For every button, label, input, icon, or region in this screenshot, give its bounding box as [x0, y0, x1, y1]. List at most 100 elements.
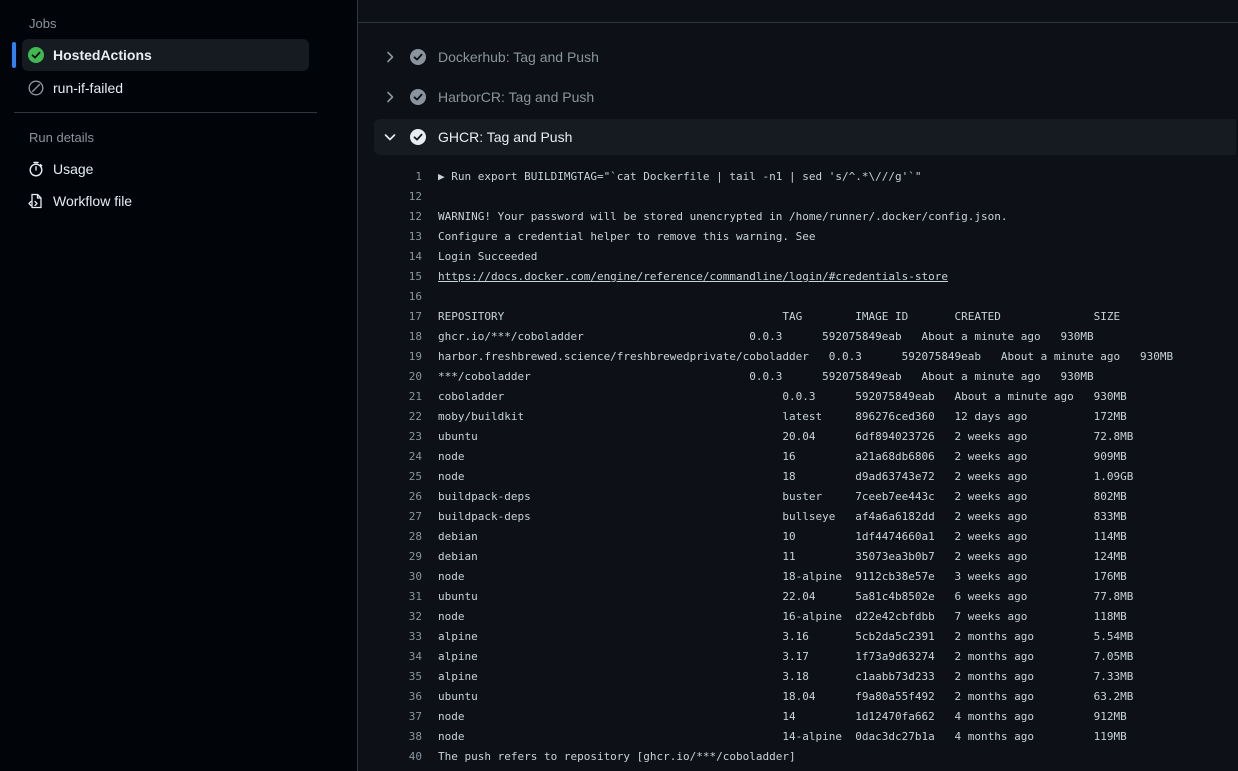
skip-icon [28, 80, 44, 96]
sidebar-item-workflow-file[interactable]: Workflow file [22, 185, 309, 217]
job-label: HostedActions [53, 47, 152, 63]
chevron-right-icon [382, 89, 398, 105]
sidebar-item-label: Usage [53, 161, 94, 177]
log-line-text: node 16 a21a68db6806 2 weeks ago 909MB [438, 450, 1127, 463]
log-line-number[interactable]: 24 [358, 447, 422, 467]
log-line-number[interactable]: 32 [358, 607, 422, 627]
header-divider [358, 22, 1238, 23]
log-line-text: buildpack-deps bullseye af4a6a6182dd 2 w… [438, 510, 1127, 523]
log-line-text: Configure a credential helper to remove … [438, 230, 816, 243]
log-line: 37 node 14 1d12470fa662 4 months ago 912M… [358, 707, 1238, 727]
log-line: 30 node 18-alpine 9112cb38e57e 3 weeks ag… [358, 567, 1238, 587]
log-line: 12 WARNING! Your password will be stored … [358, 207, 1238, 227]
log-line-number[interactable]: 21 [358, 387, 422, 407]
step-ghcr-tag-and-push[interactable]: GHCR: Tag and Push [374, 119, 1236, 155]
log-line-number[interactable]: 25 [358, 467, 422, 487]
log-line-text: alpine 3.17 1f73a9d63274 2 months ago 7.… [438, 650, 1134, 663]
file-code-icon [28, 193, 44, 209]
step-label: GHCR: Tag and Push [438, 129, 573, 145]
step-harborcr-tag-and-push[interactable]: HarborCR: Tag and Push [374, 79, 1236, 115]
sidebar-item-usage[interactable]: Usage [22, 153, 309, 185]
log-line: 13 Configure a credential helper to remov… [358, 227, 1238, 247]
log-line-number[interactable]: 23 [358, 427, 422, 447]
step-label: HarborCR: Tag and Push [438, 89, 595, 105]
log-line-text: The push refers to repository [ghcr.io/*… [438, 750, 796, 763]
log-line-text: ubuntu 18.04 f9a80a55f492 2 months ago 6… [438, 690, 1134, 703]
log-line: 38 node 14-alpine 0dac3dc27b1a 4 months a… [358, 727, 1238, 747]
log-line-number[interactable]: 12 [358, 187, 422, 207]
log-line: 35 alpine 3.18 c1aabb73d233 2 months ago … [358, 667, 1238, 687]
log-line-text: ubuntu 20.04 6df894023726 2 weeks ago 72… [438, 430, 1134, 443]
log-line-number[interactable]: 17 [358, 307, 422, 327]
log-line-text: debian 10 1df4474660a1 2 weeks ago 114MB [438, 530, 1127, 543]
log-line: 32 node 16-alpine d22e42cbfdbb 7 weeks ag… [358, 607, 1238, 627]
log-line-number[interactable]: 18 [358, 327, 422, 347]
log-line-number[interactable]: 28 [358, 527, 422, 547]
chevron-right-icon [382, 49, 398, 65]
log-line-number[interactable]: 36 [358, 687, 422, 707]
log-line: 33 alpine 3.16 5cb2da5c2391 2 months ago … [358, 627, 1238, 647]
log-line-number[interactable]: 37 [358, 707, 422, 727]
log-line-number[interactable]: 16 [358, 287, 422, 307]
check-circle-fill-icon [410, 89, 426, 105]
log-line: 16 [358, 287, 1238, 307]
log-line: 21 coboladder 0.0.3 592075849eab About a … [358, 387, 1238, 407]
chevron-down-icon [382, 129, 398, 145]
log-line-number[interactable]: 22 [358, 407, 422, 427]
check-circle-fill-icon [410, 49, 426, 65]
log-group-run-command[interactable]: ▶ Run export BUILDIMGTAG="`cat Dockerfil… [438, 167, 921, 187]
log-line-number[interactable]: 29 [358, 547, 422, 567]
step-dockerhub-tag-and-push[interactable]: Dockerhub: Tag and Push [374, 39, 1236, 75]
log-line-text: node 18 d9ad63743e72 2 weeks ago 1.09GB [438, 470, 1134, 483]
job-log-panel: Dockerhub: Tag and Push HarborCR: Tag an… [358, 0, 1238, 771]
log-line: 12 [358, 187, 1238, 207]
log-line: 26 buildpack-deps buster 7ceeb7ee443c 2 w… [358, 487, 1238, 507]
job-label: run-if-failed [53, 80, 124, 96]
log-line-text: node 14-alpine 0dac3dc27b1a 4 months ago… [438, 730, 1127, 743]
credentials-store-link[interactable]: https://docs.docker.com/engine/reference… [438, 270, 948, 283]
log-line-text: alpine 3.16 5cb2da5c2391 2 months ago 5.… [438, 630, 1134, 643]
sidebar: Jobs HostedActions run-if-failed Run det… [0, 0, 358, 771]
jobs-section-label: Jobs [29, 16, 57, 31]
log-line: 40 The push refers to repository [ghcr.io… [358, 747, 1238, 767]
log-line-number[interactable]: 30 [358, 567, 422, 587]
log-line-text: WARNING! Your password will be stored un… [438, 210, 1008, 223]
log-line-text: debian 11 35073ea3b0b7 2 weeks ago 124MB [438, 550, 1127, 563]
log-line: 27 buildpack-deps bullseye af4a6a6182dd 2… [358, 507, 1238, 527]
log-line-number[interactable]: 38 [358, 727, 422, 747]
log-line-number[interactable]: 40 [358, 747, 422, 767]
log-line-number[interactable]: 35 [358, 667, 422, 687]
log-line-text: node 16-alpine d22e42cbfdbb 7 weeks ago … [438, 610, 1127, 623]
log-line-text: REPOSITORY TAG IMAGE ID CREATED SIZE [438, 310, 1121, 323]
log-line: 15 https://docs.docker.com/engine/referen… [358, 267, 1238, 287]
log-line-number[interactable]: 34 [358, 647, 422, 667]
log-line-number[interactable]: 1 [358, 167, 422, 187]
log-line-number[interactable]: 31 [358, 587, 422, 607]
log-line-number[interactable]: 12 [358, 207, 422, 227]
log-line: 34 alpine 3.17 1f73a9d63274 2 months ago … [358, 647, 1238, 667]
log-line-text: coboladder 0.0.3 592075849eab About a mi… [438, 390, 1127, 403]
log-line-number[interactable]: 20 [358, 367, 422, 387]
job-item-hostedactions[interactable]: HostedActions [22, 39, 309, 71]
log-line-text: Login Succeeded [438, 250, 538, 263]
sidebar-item-label: Workflow file [53, 193, 133, 209]
log-line: 20 ***/coboladder 0.0.3 592075849eab Abou… [358, 367, 1238, 387]
log-line-number[interactable]: 33 [358, 627, 422, 647]
log-line: 14 Login Succeeded [358, 247, 1238, 267]
log-line-number[interactable]: 15 [358, 267, 422, 287]
log-line-number[interactable]: 13 [358, 227, 422, 247]
log-line-number[interactable]: 14 [358, 247, 422, 267]
log-line: 28 debian 10 1df4474660a1 2 weeks ago 114… [358, 527, 1238, 547]
log-line-number[interactable]: 27 [358, 507, 422, 527]
log-line-number[interactable]: 19 [358, 347, 422, 367]
log-line-text: node 18-alpine 9112cb38e57e 3 weeks ago … [438, 570, 1127, 583]
job-item-run-if-failed[interactable]: run-if-failed [22, 72, 309, 104]
check-circle-fill-icon [28, 47, 44, 63]
log-line-text: https://docs.docker.com/engine/reference… [438, 267, 948, 287]
log-line-number[interactable]: 26 [358, 487, 422, 507]
log-line-text: ghcr.io/***/coboladder 0.0.3 592075849ea… [438, 330, 1094, 343]
sidebar-divider [14, 112, 317, 113]
run-details-section-label: Run details [29, 130, 95, 145]
log-line-text: ubuntu 22.04 5a81c4b8502e 6 weeks ago 77… [438, 590, 1134, 603]
log-line: 17 REPOSITORY TAG IMAGE ID CREATED SIZE [358, 307, 1238, 327]
